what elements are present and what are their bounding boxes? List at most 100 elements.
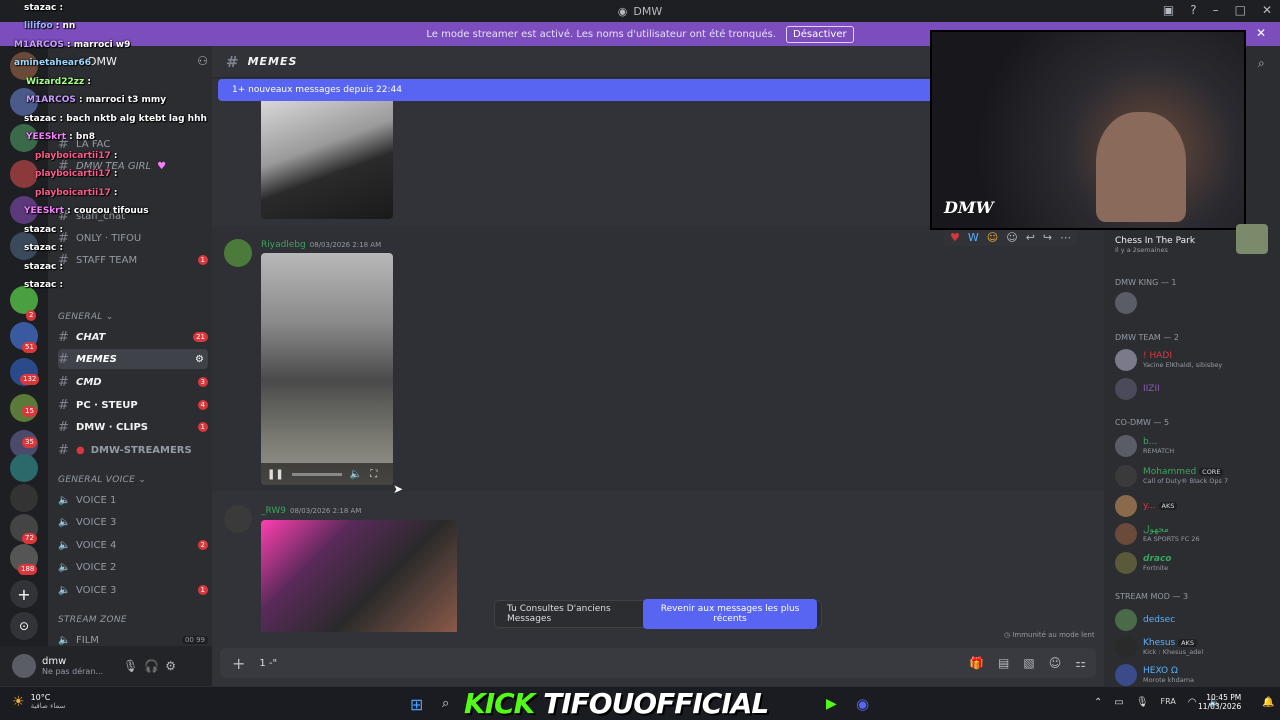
reaction-smile-icon[interactable]: ☺ [987,231,998,244]
attach-plus-icon[interactable]: + [232,654,245,673]
reply-icon[interactable]: ↩ [1026,231,1035,244]
category-stream-zone[interactable]: STREAM ZONE [58,615,127,625]
headset-icon[interactable]: 🎧 [144,659,159,673]
server-icon[interactable] [10,484,38,512]
category-general-voice[interactable]: GENERAL VOICE ⌄ [58,475,146,485]
search-icon[interactable]: ⌕ [442,696,449,711]
banner-close-icon[interactable]: ✕ [1256,26,1266,40]
channel-dmw-streamers[interactable]: # ● DMW-STREAMERS [58,440,208,460]
microphone-icon[interactable]: 🎙 [1136,697,1149,708]
gear-icon[interactable]: ⚙ [165,659,176,673]
windows-start-icon[interactable]: ⊞ [410,695,423,714]
taskbar-app-icon[interactable]: ▶ [826,696,837,712]
avatar [1115,609,1137,631]
avatar [1115,378,1137,400]
apps-icon[interactable]: ⚏ [1075,656,1086,670]
avatar [1115,523,1137,545]
microphone-icon[interactable]: 🎙 [123,659,138,673]
member-item[interactable]: y... AKS [1115,495,1178,517]
channel-memes[interactable]: # MEMES ⚙ [58,349,208,369]
channel-cmd[interactable]: # CMD 3 [58,372,208,392]
voice-channel[interactable]: 🔈 VOICE 3 [58,512,208,532]
avatar [1115,636,1137,658]
forward-icon[interactable]: ↪ [1043,231,1052,244]
new-messages-bar[interactable]: 1+ nouveaux messages depuis 22:44 [218,79,930,101]
clock-time: 10:45 PM [1206,693,1242,702]
voice-channel[interactable]: 🔈 VOICE 1 [58,490,208,510]
member-status: REMATCH [1143,447,1175,455]
channel-chat[interactable]: # CHAT 21 [58,327,208,347]
user-panel: dmw Ne pas déran... 🎙 🎧 ⚙ [0,646,212,686]
voice-channel[interactable]: 🔈 VOICE 2 [58,557,208,577]
wifi-icon[interactable]: ◠ [1188,697,1197,708]
voice-channel[interactable]: 🔈 VOICE 4 2 [58,535,208,555]
speaker-icon: 🔈 [58,539,71,551]
search-icon[interactable]: ⌕ [1258,56,1265,71]
reaction-heart-icon[interactable]: ♥ [950,231,960,244]
sticker-icon[interactable]: ▧ [1023,656,1034,670]
inbox-icon[interactable]: ▣ [1163,3,1174,17]
message-input[interactable]: 1 -" [259,658,277,669]
gift-icon[interactable]: 🎁 [969,656,984,670]
image-attachment[interactable] [261,520,457,632]
member-item[interactable] [1115,292,1137,314]
message-author[interactable]: Riyadlebg [261,240,306,250]
discord-taskbar-icon[interactable]: ◉ [856,695,869,713]
message-author[interactable]: _RW9 [261,506,286,516]
pause-icon[interactable]: ❚❚ [267,469,284,480]
clock[interactable]: 10:45 PM 11/03/2026 [1198,693,1241,711]
help-icon[interactable]: ? [1190,3,1196,17]
avatar[interactable] [224,239,252,267]
disable-streamer-button[interactable]: Désactiver [786,25,854,43]
reaction-w-icon[interactable]: W [968,231,979,244]
emoji-icon[interactable]: ☺ [1049,656,1062,670]
minimize-button[interactable]: – [1213,3,1219,17]
webcam-overlay: DMW [930,30,1246,230]
notification-icon[interactable]: 🔔 [1262,697,1274,708]
speaker-icon: 🔈 [58,516,71,528]
member-item[interactable]: Khesus AKS Kick : Khesus_adel [1115,636,1203,658]
close-button[interactable]: ✕ [1262,3,1272,17]
message-timestamp: 08/03/2026 2:18 AM [309,241,382,249]
tray-icon[interactable]: ▭ [1114,697,1123,708]
member-item[interactable]: draco Fortnite [1115,552,1171,574]
member-item[interactable]: مجهول EA SPORTS FC 26 [1115,523,1200,545]
message-composer[interactable]: + 1 -" 🎁 ▤ ▧ ☺ ⚏ [220,648,1096,678]
channel-dmw-clips[interactable]: # DMW · CLIPS 1 [58,417,208,437]
jump-to-present-button[interactable]: Revenir aux messages les plus récents [643,599,817,629]
gif-icon[interactable]: ▤ [998,656,1009,670]
tray-chevron-icon[interactable]: ⌃ [1094,697,1102,708]
channel-label: VOICE 1 [76,494,117,506]
image-attachment[interactable] [261,101,393,219]
avatar[interactable] [12,654,36,678]
channel-label: DMW-STREAMERS [90,444,192,456]
chat-line: playboicartii17 : [35,151,118,161]
settings-icon[interactable]: ⚙ [195,354,208,365]
member-item[interactable]: HEXO Ω Morote khdama [1115,664,1194,686]
member-item[interactable]: b... REMATCH [1115,435,1174,457]
voice-channel[interactable]: 🔈 VOICE 3 1 [58,580,208,600]
weather-icon: ☀ [12,693,25,710]
add-reaction-icon[interactable]: ☺ [1006,231,1017,244]
mention-badge: 3 [197,377,208,387]
fullscreen-icon[interactable]: ⛶ [370,469,377,480]
member-item[interactable]: Mohammed CORE Call of Duty® Black Ops 7 [1115,465,1228,487]
add-server-button[interactable]: + [10,580,38,608]
volume-icon[interactable]: 🔈 [350,469,362,480]
channel-pc-steup[interactable]: # PC · STEUP 4 [58,395,208,415]
message-timestamp: 08/03/2026 2:18 AM [290,507,362,515]
explore-button[interactable]: ⊙ [10,612,38,640]
member-tag: AKS [1158,502,1178,510]
member-item[interactable]: IIZII [1115,378,1160,400]
more-icon[interactable]: ⋯ [1060,231,1071,244]
video-attachment[interactable]: ❚❚ 🔈 ⛶ [261,253,393,485]
language-indicator[interactable]: FRA [1161,697,1176,708]
video-progress-bar[interactable] [291,472,342,476]
avatar [1115,465,1137,487]
member-item[interactable]: dedsec [1115,609,1175,631]
server-icon[interactable] [10,454,38,482]
member-item[interactable]: ! HADI Yacine ElKhaldi, sibisbey [1115,349,1222,371]
maximize-button[interactable]: □ [1235,3,1246,17]
category-general[interactable]: GENERAL ⌄ [58,312,114,322]
avatar[interactable] [224,505,252,533]
